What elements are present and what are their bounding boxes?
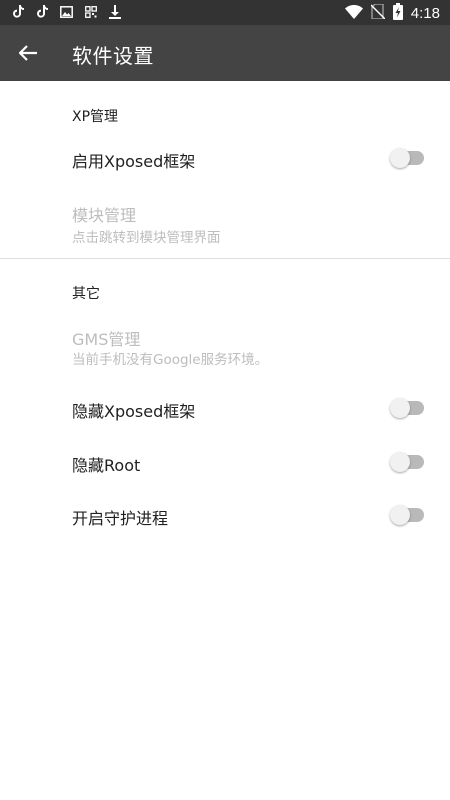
pref-daemon[interactable]: 开启守护进程 — [0, 493, 450, 539]
battery-charging-icon — [392, 3, 403, 24]
arrow-left-icon — [19, 45, 37, 61]
status-bar: 4:18 — [0, 0, 450, 25]
wifi-icon — [344, 4, 363, 23]
qr-icon — [84, 4, 97, 19]
section-divider — [0, 258, 450, 259]
app-toolbar: 软件设置 — [0, 25, 450, 81]
pref-module-manage[interactable]: 模块管理 点击跳转到模块管理界面 — [0, 194, 450, 250]
pref-summary: 点击跳转到模块管理界面 — [72, 230, 221, 246]
image-icon — [60, 4, 73, 19]
daemon-switch[interactable] — [390, 505, 424, 525]
pref-enable-xposed[interactable]: 启用Xposed框架 — [0, 136, 450, 182]
tiktok-icon — [12, 4, 25, 19]
pref-summary: 当前手机没有Google服务环境。 — [72, 352, 269, 368]
pref-title: 模块管理 — [72, 206, 137, 225]
enable-xposed-switch[interactable] — [390, 148, 424, 168]
section-header-xp: XP管理 — [72, 109, 119, 125]
pref-hide-xposed[interactable]: 隐藏Xposed框架 — [0, 386, 450, 432]
pref-title: 开启守护进程 — [72, 509, 169, 528]
pref-title: 启用Xposed框架 — [72, 152, 196, 171]
page-title: 软件设置 — [72, 44, 154, 68]
system-icons: 4:18 — [344, 3, 440, 24]
no-sim-icon — [370, 3, 386, 23]
download-icon — [108, 4, 121, 19]
hide-xposed-switch[interactable] — [390, 398, 424, 418]
pref-gms[interactable]: GMS管理 当前手机没有Google服务环境。 — [0, 318, 450, 374]
pref-hide-root[interactable]: 隐藏Root — [0, 440, 450, 486]
back-button[interactable] — [14, 39, 42, 67]
switch-thumb — [390, 452, 410, 472]
section-header-other: 其它 — [72, 286, 100, 302]
hide-root-switch[interactable] — [390, 452, 424, 472]
pref-title: 隐藏Root — [72, 456, 141, 475]
notification-icons — [12, 4, 121, 19]
switch-thumb — [390, 148, 410, 168]
status-time: 4:18 — [410, 5, 440, 22]
pref-title: GMS管理 — [72, 330, 141, 349]
switch-thumb — [390, 505, 410, 525]
switch-thumb — [390, 398, 410, 418]
tiktok-icon — [36, 4, 49, 19]
pref-title: 隐藏Xposed框架 — [72, 402, 196, 421]
